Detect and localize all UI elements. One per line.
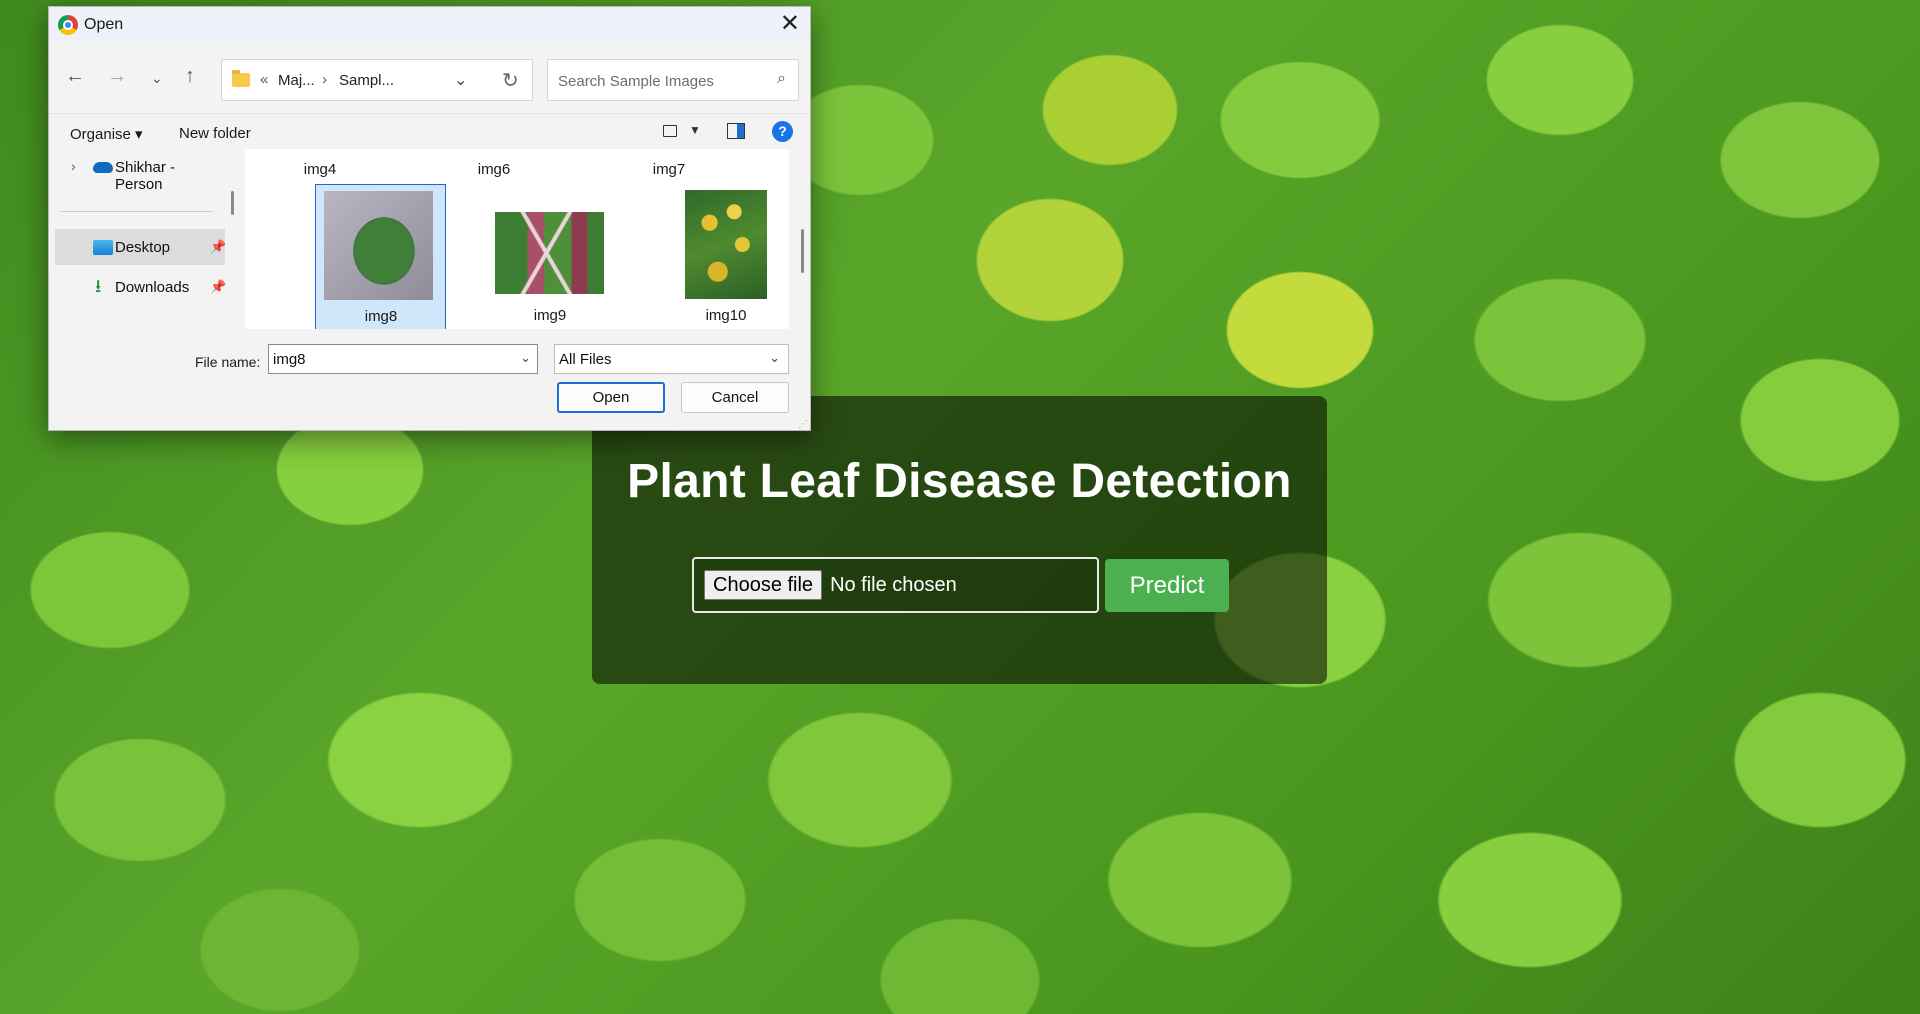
file-type-value: All Files: [559, 351, 612, 368]
preview-pane-icon[interactable]: [727, 123, 745, 139]
pin-icon: 📌: [210, 279, 227, 294]
file-item-img8[interactable]: img8: [315, 184, 446, 329]
onedrive-cloud-icon: [93, 162, 113, 173]
image-thumbnail: [495, 212, 604, 294]
file-name-field[interactable]: img8 ⌄: [268, 344, 538, 374]
breadcrumb-overflow[interactable]: «: [260, 71, 268, 88]
help-icon[interactable]: ?: [772, 121, 793, 142]
image-thumbnail: [685, 190, 767, 299]
file-name-value: img8: [273, 351, 306, 368]
image-thumbnail: [324, 191, 433, 300]
open-file-dialog: Open ✕ ← → ⌄ ↑ « Maj... › Sampl... ⌄ ↻ S…: [48, 6, 811, 431]
file-name: img10: [705, 307, 747, 324]
dialog-titlebar[interactable]: Open ✕: [49, 7, 810, 43]
upload-card: Plant Leaf Disease Detection Choose file…: [592, 396, 1327, 684]
page-title: Plant Leaf Disease Detection: [627, 455, 1292, 508]
file-name: img9: [533, 307, 567, 324]
file-label-img6[interactable]: img6: [439, 161, 549, 178]
breadcrumb-segment-sample[interactable]: Sampl...: [339, 72, 394, 89]
nav-item-label: Downloads: [115, 279, 190, 296]
navigation-pane: › Shikhar - Person Desktop 📌 ⭳ Downloads…: [49, 149, 234, 329]
address-history-chevron-icon[interactable]: ⌄: [454, 70, 467, 90]
address-bar[interactable]: « Maj... › Sampl... ⌄ ↻: [221, 59, 533, 101]
dialog-footer: File name: img8 ⌄ All Files ⌄ Open Cance…: [49, 329, 810, 432]
nav-scrollbar-thumb[interactable]: [231, 191, 234, 215]
file-list-scrollbar-thumb[interactable]: [801, 229, 804, 273]
file-type-select[interactable]: All Files ⌄: [554, 344, 789, 374]
organise-menu[interactable]: Organise ▾: [70, 125, 143, 143]
search-icon[interactable]: ⌕: [777, 70, 786, 88]
close-icon[interactable]: ✕: [780, 11, 800, 37]
forward-arrow-icon[interactable]: →: [107, 65, 127, 87]
file-name-label: File name:: [195, 354, 261, 370]
file-list: img4 img6 img7 img8 img9 img10: [245, 149, 789, 329]
command-bar: Organise ▾ New folder ▼ ?: [49, 113, 810, 149]
breadcrumb-separator: ›: [322, 71, 327, 88]
new-folder-button[interactable]: New folder: [179, 125, 251, 142]
navigation-row: ← → ⌄ ↑ « Maj... › Sampl... ⌄ ↻ Search S…: [49, 47, 810, 107]
predict-button[interactable]: Predict: [1105, 559, 1229, 612]
nav-item-label: Shikhar - Person: [115, 159, 176, 193]
search-placeholder: Search Sample Images: [558, 73, 714, 90]
pin-icon: 📌: [210, 239, 227, 254]
file-item-img9[interactable]: img9: [490, 184, 621, 329]
desktop-icon: [93, 240, 113, 255]
nav-divider: [61, 211, 213, 212]
file-name: img8: [364, 308, 398, 325]
expand-chevron-icon[interactable]: ›: [71, 158, 76, 174]
nav-item-desktop[interactable]: Desktop 📌: [55, 229, 227, 265]
file-input[interactable]: Choose file No file chosen: [692, 557, 1099, 613]
change-view-icon[interactable]: [663, 125, 677, 137]
download-icon: ⭳: [95, 276, 102, 296]
choose-file-button[interactable]: Choose file: [704, 570, 823, 600]
open-button[interactable]: Open: [557, 382, 665, 413]
search-input[interactable]: Search Sample Images ⌕: [547, 59, 799, 101]
refresh-icon[interactable]: ↻: [502, 68, 519, 93]
folder-icon: [232, 70, 250, 87]
nav-item-label: Desktop: [115, 239, 171, 256]
cancel-button[interactable]: Cancel: [681, 382, 789, 413]
nav-item-onedrive[interactable]: › Shikhar - Person: [55, 149, 225, 193]
view-options-caret-icon[interactable]: ▼: [689, 123, 701, 137]
chevron-down-icon[interactable]: ⌄: [520, 350, 531, 366]
resize-grip-icon[interactable]: ⋰: [798, 419, 808, 430]
chrome-icon: [58, 15, 78, 35]
nav-item-downloads[interactable]: ⭳ Downloads 📌: [55, 269, 227, 305]
chevron-down-icon[interactable]: ⌄: [769, 350, 780, 366]
file-label-img4[interactable]: img4: [265, 161, 375, 178]
recent-locations-chevron-icon[interactable]: ⌄: [151, 67, 163, 89]
back-arrow-icon[interactable]: ←: [65, 65, 85, 87]
up-arrow-icon[interactable]: ↑: [185, 65, 195, 87]
breadcrumb-segment-major[interactable]: Maj...: [278, 72, 315, 89]
file-item-img10[interactable]: img10: [665, 184, 789, 329]
dialog-title: Open: [84, 16, 124, 33]
file-label-img7[interactable]: img7: [614, 161, 724, 178]
file-status-text: No file chosen: [830, 573, 957, 596]
